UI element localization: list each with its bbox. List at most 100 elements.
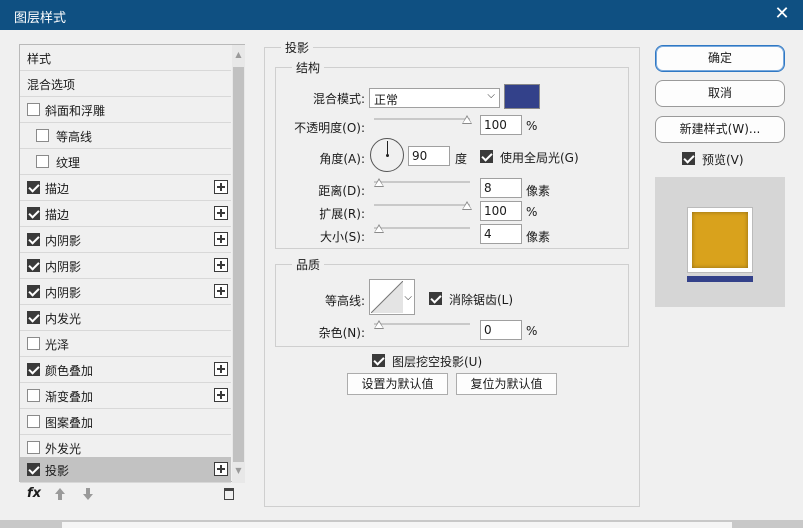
stroke-1-checkbox[interactable] xyxy=(27,181,40,194)
gradient-overlay-label: 渐变叠加 xyxy=(45,390,94,404)
inner-shadow-3-checkbox[interactable] xyxy=(27,285,40,298)
fx-menu-icon[interactable]: fx xyxy=(27,486,41,501)
make-default-button[interactable]: 设置为默认值 xyxy=(347,373,448,395)
gradient-overlay-checkbox[interactable] xyxy=(27,389,40,402)
add-gradient-overlay-icon[interactable] xyxy=(214,388,228,402)
scrollbar-thumb[interactable] xyxy=(233,67,244,462)
new-style-button[interactable]: 新建样式(W)... xyxy=(655,116,785,143)
texture-checkbox[interactable] xyxy=(36,155,49,168)
reset-default-button[interactable]: 复位为默认值 xyxy=(456,373,557,395)
anti-alias-option[interactable]: 消除锯齿(L) xyxy=(429,291,539,307)
pattern-overlay-label: 图案叠加 xyxy=(45,416,94,430)
distance-knob[interactable] xyxy=(374,178,384,187)
add-color-overlay-icon[interactable] xyxy=(214,362,228,376)
contour-picker[interactable]: ⌵ xyxy=(369,279,415,315)
stroke-item-1[interactable]: 描边 xyxy=(20,175,231,201)
window-title: 图层样式 xyxy=(14,11,67,26)
inner-glow-checkbox[interactable] xyxy=(27,311,40,324)
size-input[interactable]: 4 xyxy=(480,224,522,244)
ok-button[interactable]: 确定 xyxy=(655,45,785,72)
size-slider[interactable] xyxy=(374,224,474,234)
noise-slider[interactable] xyxy=(374,320,474,330)
styles-header[interactable]: 样式 xyxy=(20,45,231,71)
move-down-icon[interactable] xyxy=(83,488,93,500)
blending-options-item[interactable]: 混合选项 xyxy=(20,71,231,97)
inner-shadow-item-3[interactable]: 内阴影 xyxy=(20,279,231,305)
opacity-label: 不透明度(O): xyxy=(294,121,365,135)
inner-shadow-2-checkbox[interactable] xyxy=(27,259,40,272)
opacity-slider[interactable] xyxy=(374,115,474,125)
satin-label: 光泽 xyxy=(45,338,70,352)
outer-glow-checkbox[interactable] xyxy=(27,441,40,454)
bevel-emboss-checkbox[interactable] xyxy=(27,103,40,116)
shadow-color-swatch[interactable] xyxy=(504,84,540,109)
spread-knob[interactable] xyxy=(462,201,472,210)
contour-checkbox[interactable] xyxy=(36,129,49,142)
quality-group: 品质 等高线: ⌵ 消除锯齿(L) 杂色(N): 0 % xyxy=(275,256,629,347)
noise-input[interactable]: 0 xyxy=(480,320,522,340)
drop-shadow-item[interactable]: 投影 xyxy=(20,457,231,483)
close-icon[interactable]: ✕ xyxy=(771,3,793,25)
preview-tile xyxy=(687,207,753,273)
spread-input[interactable]: 100 xyxy=(480,201,522,221)
noise-label: 杂色(N): xyxy=(318,326,365,340)
gradient-overlay-item[interactable]: 渐变叠加 xyxy=(20,383,231,409)
add-drop-shadow-icon[interactable] xyxy=(214,462,228,476)
satin-checkbox[interactable] xyxy=(27,337,40,350)
add-stroke-1-icon[interactable] xyxy=(214,180,228,194)
add-inner-shadow-3-icon[interactable] xyxy=(214,284,228,298)
contour-chevron-icon[interactable]: ⌵ xyxy=(404,292,412,303)
texture-item[interactable]: 纹理 xyxy=(20,149,231,175)
contour-item[interactable]: 等高线 xyxy=(20,123,231,149)
stroke-2-checkbox[interactable] xyxy=(27,207,40,220)
blend-mode-select[interactable]: 正常 ⌵ xyxy=(369,88,500,108)
trash-icon[interactable] xyxy=(224,488,234,500)
color-overlay-checkbox[interactable] xyxy=(27,363,40,376)
styles-scrollbar[interactable]: ▲ ▼ xyxy=(232,45,245,483)
opacity-unit: % xyxy=(526,119,538,133)
color-overlay-item[interactable]: 颜色叠加 xyxy=(20,357,231,383)
distance-track xyxy=(374,181,470,183)
inner-shadow-item-1[interactable]: 内阴影 xyxy=(20,227,231,253)
inner-shadow-item-2[interactable]: 内阴影 xyxy=(20,253,231,279)
inner-shadow-1-checkbox[interactable] xyxy=(27,233,40,246)
bevel-emboss-item[interactable]: 斜面和浮雕 xyxy=(20,97,231,123)
spread-slider[interactable] xyxy=(374,201,474,211)
size-knob[interactable] xyxy=(374,224,384,233)
distance-input[interactable]: 8 xyxy=(480,178,522,198)
add-stroke-2-icon[interactable] xyxy=(214,206,228,220)
inner-glow-item[interactable]: 内发光 xyxy=(20,305,231,331)
move-up-icon[interactable] xyxy=(55,488,65,500)
global-light-option[interactable]: 使用全局光(G) xyxy=(480,149,600,165)
pattern-overlay-checkbox[interactable] xyxy=(27,415,40,428)
preview-option[interactable]: 预览(V) xyxy=(682,151,762,167)
knockout-option[interactable]: 图层挖空投影(U) xyxy=(372,353,502,369)
scroll-up-icon[interactable]: ▲ xyxy=(232,49,245,61)
angle-dial[interactable] xyxy=(370,138,404,172)
scroll-down-icon[interactable]: ▼ xyxy=(232,465,245,477)
opacity-input[interactable]: 100 xyxy=(480,115,522,135)
opacity-track xyxy=(374,118,470,120)
drop-shadow-group: 投影 结构 混合模式: 正常 ⌵ 不透明度(O): 100 % 角度(A): 9… xyxy=(264,39,640,507)
background-strip-inner xyxy=(62,522,732,528)
add-inner-shadow-1-icon[interactable] xyxy=(214,232,228,246)
size-label: 大小(S): xyxy=(319,230,365,244)
stroke-item-2[interactable]: 描边 xyxy=(20,201,231,227)
opacity-knob[interactable] xyxy=(462,115,472,124)
pattern-overlay-item[interactable]: 图案叠加 xyxy=(20,409,231,435)
global-light-checkbox[interactable] xyxy=(480,150,493,163)
angle-input[interactable]: 90 xyxy=(408,146,450,166)
spread-unit: % xyxy=(526,205,538,219)
anti-alias-checkbox[interactable] xyxy=(429,292,442,305)
inner-shadow-3-label: 内阴影 xyxy=(45,286,82,300)
satin-item[interactable]: 光泽 xyxy=(20,331,231,357)
cancel-button[interactable]: 取消 xyxy=(655,80,785,107)
preview-checkbox[interactable] xyxy=(682,152,695,165)
noise-knob[interactable] xyxy=(374,320,384,329)
distance-slider[interactable] xyxy=(374,178,474,188)
add-inner-shadow-2-icon[interactable] xyxy=(214,258,228,272)
drop-shadow-checkbox[interactable] xyxy=(27,463,40,476)
inner-glow-label: 内发光 xyxy=(45,312,82,326)
stroke-2-label: 描边 xyxy=(45,208,70,222)
knockout-checkbox[interactable] xyxy=(372,354,385,367)
